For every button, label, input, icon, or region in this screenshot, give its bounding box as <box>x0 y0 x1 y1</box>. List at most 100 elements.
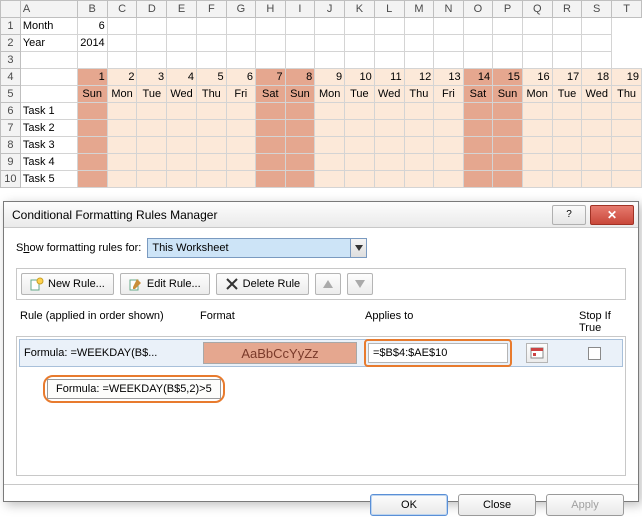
cell[interactable] <box>404 120 434 137</box>
cell[interactable] <box>404 137 434 154</box>
cell[interactable] <box>522 171 552 188</box>
cell[interactable]: Thu <box>404 86 434 103</box>
cell[interactable]: 12 <box>404 69 434 86</box>
cell[interactable] <box>256 137 286 154</box>
cell[interactable]: 19 <box>612 69 642 86</box>
cell[interactable] <box>315 154 345 171</box>
cell[interactable] <box>256 120 286 137</box>
cell[interactable] <box>137 171 167 188</box>
cell[interactable] <box>582 120 612 137</box>
rules-list[interactable]: Formula: =WEEKDAY(B$... AaBbCcYyZz =$B$4… <box>16 336 626 476</box>
cell[interactable] <box>315 137 345 154</box>
cell[interactable]: 2 <box>107 69 137 86</box>
cell[interactable] <box>612 103 642 120</box>
col-header[interactable]: R <box>552 1 582 18</box>
cell[interactable] <box>315 103 345 120</box>
cell[interactable]: 1 <box>77 69 107 86</box>
cell[interactable]: Tue <box>552 86 582 103</box>
cell[interactable] <box>285 171 315 188</box>
col-header[interactable]: G <box>226 1 255 18</box>
cell[interactable] <box>345 137 375 154</box>
delete-rule-button[interactable]: Delete Rule <box>216 273 309 295</box>
cell[interactable] <box>167 137 197 154</box>
cell[interactable]: 2014 <box>77 35 107 52</box>
cell[interactable] <box>463 120 493 137</box>
row-header[interactable]: 4 <box>1 69 21 86</box>
cell[interactable] <box>77 154 107 171</box>
cell[interactable] <box>404 171 434 188</box>
cell[interactable] <box>107 154 137 171</box>
row-header[interactable]: 9 <box>1 154 21 171</box>
cell[interactable] <box>226 103 255 120</box>
cell[interactable]: Sat <box>463 86 493 103</box>
cell[interactable] <box>226 171 255 188</box>
cell[interactable] <box>374 103 404 120</box>
cell[interactable]: Task 3 <box>20 137 77 154</box>
cell[interactable] <box>612 154 642 171</box>
cell[interactable] <box>434 154 463 171</box>
cell[interactable]: 14 <box>463 69 493 86</box>
cell[interactable] <box>256 103 286 120</box>
cell[interactable] <box>522 120 552 137</box>
cell[interactable] <box>374 171 404 188</box>
cell[interactable] <box>404 154 434 171</box>
cell[interactable] <box>463 137 493 154</box>
cell[interactable]: Wed <box>167 86 197 103</box>
col-header[interactable]: H <box>256 1 286 18</box>
cell[interactable] <box>197 137 227 154</box>
cell[interactable] <box>582 154 612 171</box>
cell[interactable]: 3 <box>137 69 167 86</box>
cell[interactable] <box>493 137 523 154</box>
cell[interactable]: 4 <box>167 69 197 86</box>
cell[interactable] <box>107 137 137 154</box>
cell[interactable] <box>345 171 375 188</box>
row-header[interactable]: 6 <box>1 103 21 120</box>
cell[interactable] <box>434 120 463 137</box>
cell[interactable] <box>552 103 582 120</box>
cell[interactable] <box>493 171 523 188</box>
cell[interactable] <box>137 154 167 171</box>
close-icon[interactable]: ✕ <box>590 205 634 225</box>
cell[interactable] <box>77 171 107 188</box>
cell[interactable] <box>404 103 434 120</box>
cell[interactable] <box>522 154 552 171</box>
cell[interactable]: 10 <box>345 69 375 86</box>
cell[interactable] <box>226 120 255 137</box>
cell[interactable]: Year <box>20 35 77 52</box>
cell[interactable] <box>167 120 197 137</box>
cell[interactable]: 8 <box>285 69 315 86</box>
cell[interactable]: Thu <box>197 86 227 103</box>
cell[interactable] <box>197 154 227 171</box>
cell[interactable] <box>582 103 612 120</box>
edit-rule-button[interactable]: Edit Rule... <box>120 273 210 295</box>
cell[interactable]: Wed <box>582 86 612 103</box>
cell[interactable] <box>77 137 107 154</box>
rule-row[interactable]: Formula: =WEEKDAY(B$... AaBbCcYyZz =$B$4… <box>19 339 623 367</box>
col-header[interactable]: K <box>345 1 375 18</box>
cell[interactable] <box>463 171 493 188</box>
cell[interactable]: Thu <box>612 86 642 103</box>
cell[interactable] <box>256 154 286 171</box>
cell[interactable] <box>493 154 523 171</box>
cell[interactable] <box>256 171 286 188</box>
cell[interactable] <box>107 171 137 188</box>
cell[interactable] <box>374 120 404 137</box>
cell[interactable] <box>107 120 137 137</box>
cell[interactable] <box>463 154 493 171</box>
stop-if-true-checkbox[interactable] <box>588 347 601 360</box>
move-down-button[interactable] <box>347 273 373 295</box>
cell[interactable] <box>612 120 642 137</box>
cell[interactable] <box>77 120 107 137</box>
cell[interactable]: 5 <box>197 69 227 86</box>
cell[interactable]: 9 <box>315 69 345 86</box>
col-header[interactable]: S <box>582 1 612 18</box>
col-header[interactable]: O <box>463 1 493 18</box>
col-header[interactable]: D <box>137 1 167 18</box>
cell[interactable] <box>612 171 642 188</box>
cell[interactable]: 7 <box>256 69 286 86</box>
col-header[interactable]: A <box>20 1 77 18</box>
cell[interactable] <box>522 103 552 120</box>
col-header[interactable]: N <box>434 1 463 18</box>
col-header[interactable]: J <box>315 1 345 18</box>
cell[interactable] <box>345 103 375 120</box>
